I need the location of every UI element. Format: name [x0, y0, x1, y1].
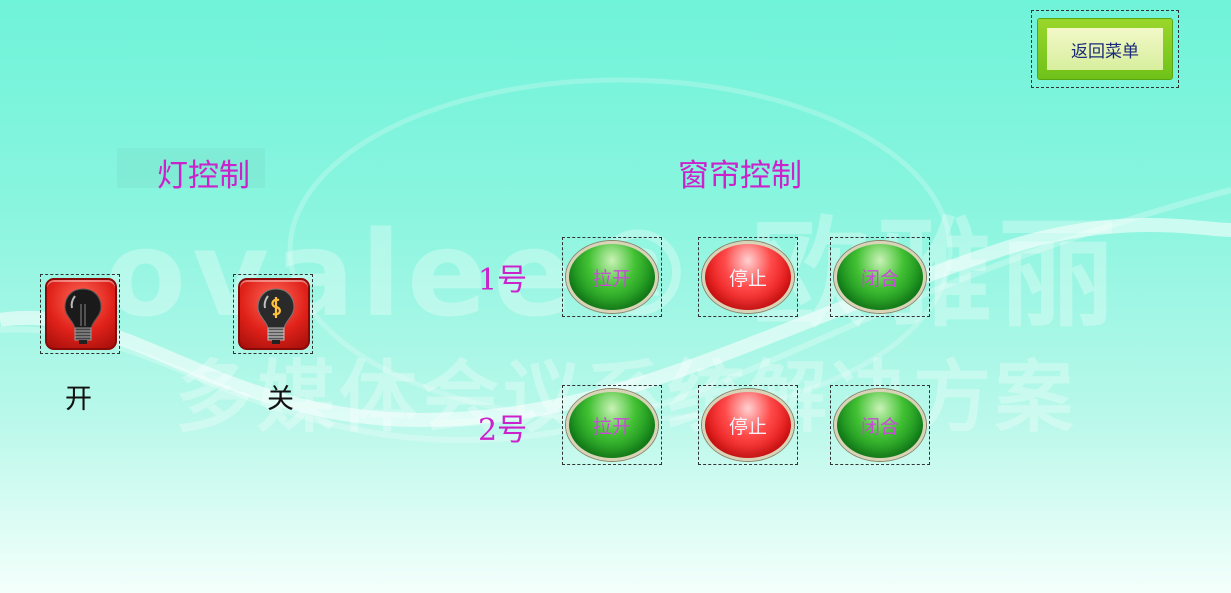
light-off-frame [233, 274, 313, 354]
light-on-label: 开 [65, 384, 92, 415]
back-menu-label: 返回菜单 [1047, 28, 1163, 70]
curtain-1-close-frame: 闭合 [830, 237, 930, 317]
curtain-1-label: 1号 [478, 263, 528, 298]
curtain-2-open-frame: 拉开 [562, 385, 662, 465]
curtain-1-stop-frame: 停止 [698, 237, 798, 317]
curtain-1-open-frame: 拉开 [562, 237, 662, 317]
curtain-2-close-button[interactable]: 闭合 [834, 389, 926, 461]
curtain-1-open-button[interactable]: 拉开 [566, 241, 658, 313]
back-menu-frame: 返回菜单 [1031, 10, 1179, 88]
light-off-button[interactable] [238, 278, 310, 350]
back-menu-button[interactable]: 返回菜单 [1037, 18, 1173, 80]
bulb-off-icon [64, 288, 102, 344]
light-on-button[interactable] [45, 278, 117, 350]
bulb-on-icon [257, 288, 295, 344]
curtain-2-close-frame: 闭合 [830, 385, 930, 465]
curtain-1-stop-button[interactable]: 停止 [702, 241, 794, 313]
curtain-control-title: 窗帘控制 [678, 158, 802, 194]
curtain-1-close-button[interactable]: 闭合 [834, 241, 926, 313]
curtain-2-stop-frame: 停止 [698, 385, 798, 465]
curtain-2-label: 2号 [478, 413, 528, 448]
light-on-frame [40, 274, 120, 354]
light-control-title: 灯控制 [157, 158, 250, 194]
curtain-2-stop-button[interactable]: 停止 [702, 389, 794, 461]
light-off-label: 关 [267, 384, 294, 415]
curtain-2-open-button[interactable]: 拉开 [566, 389, 658, 461]
